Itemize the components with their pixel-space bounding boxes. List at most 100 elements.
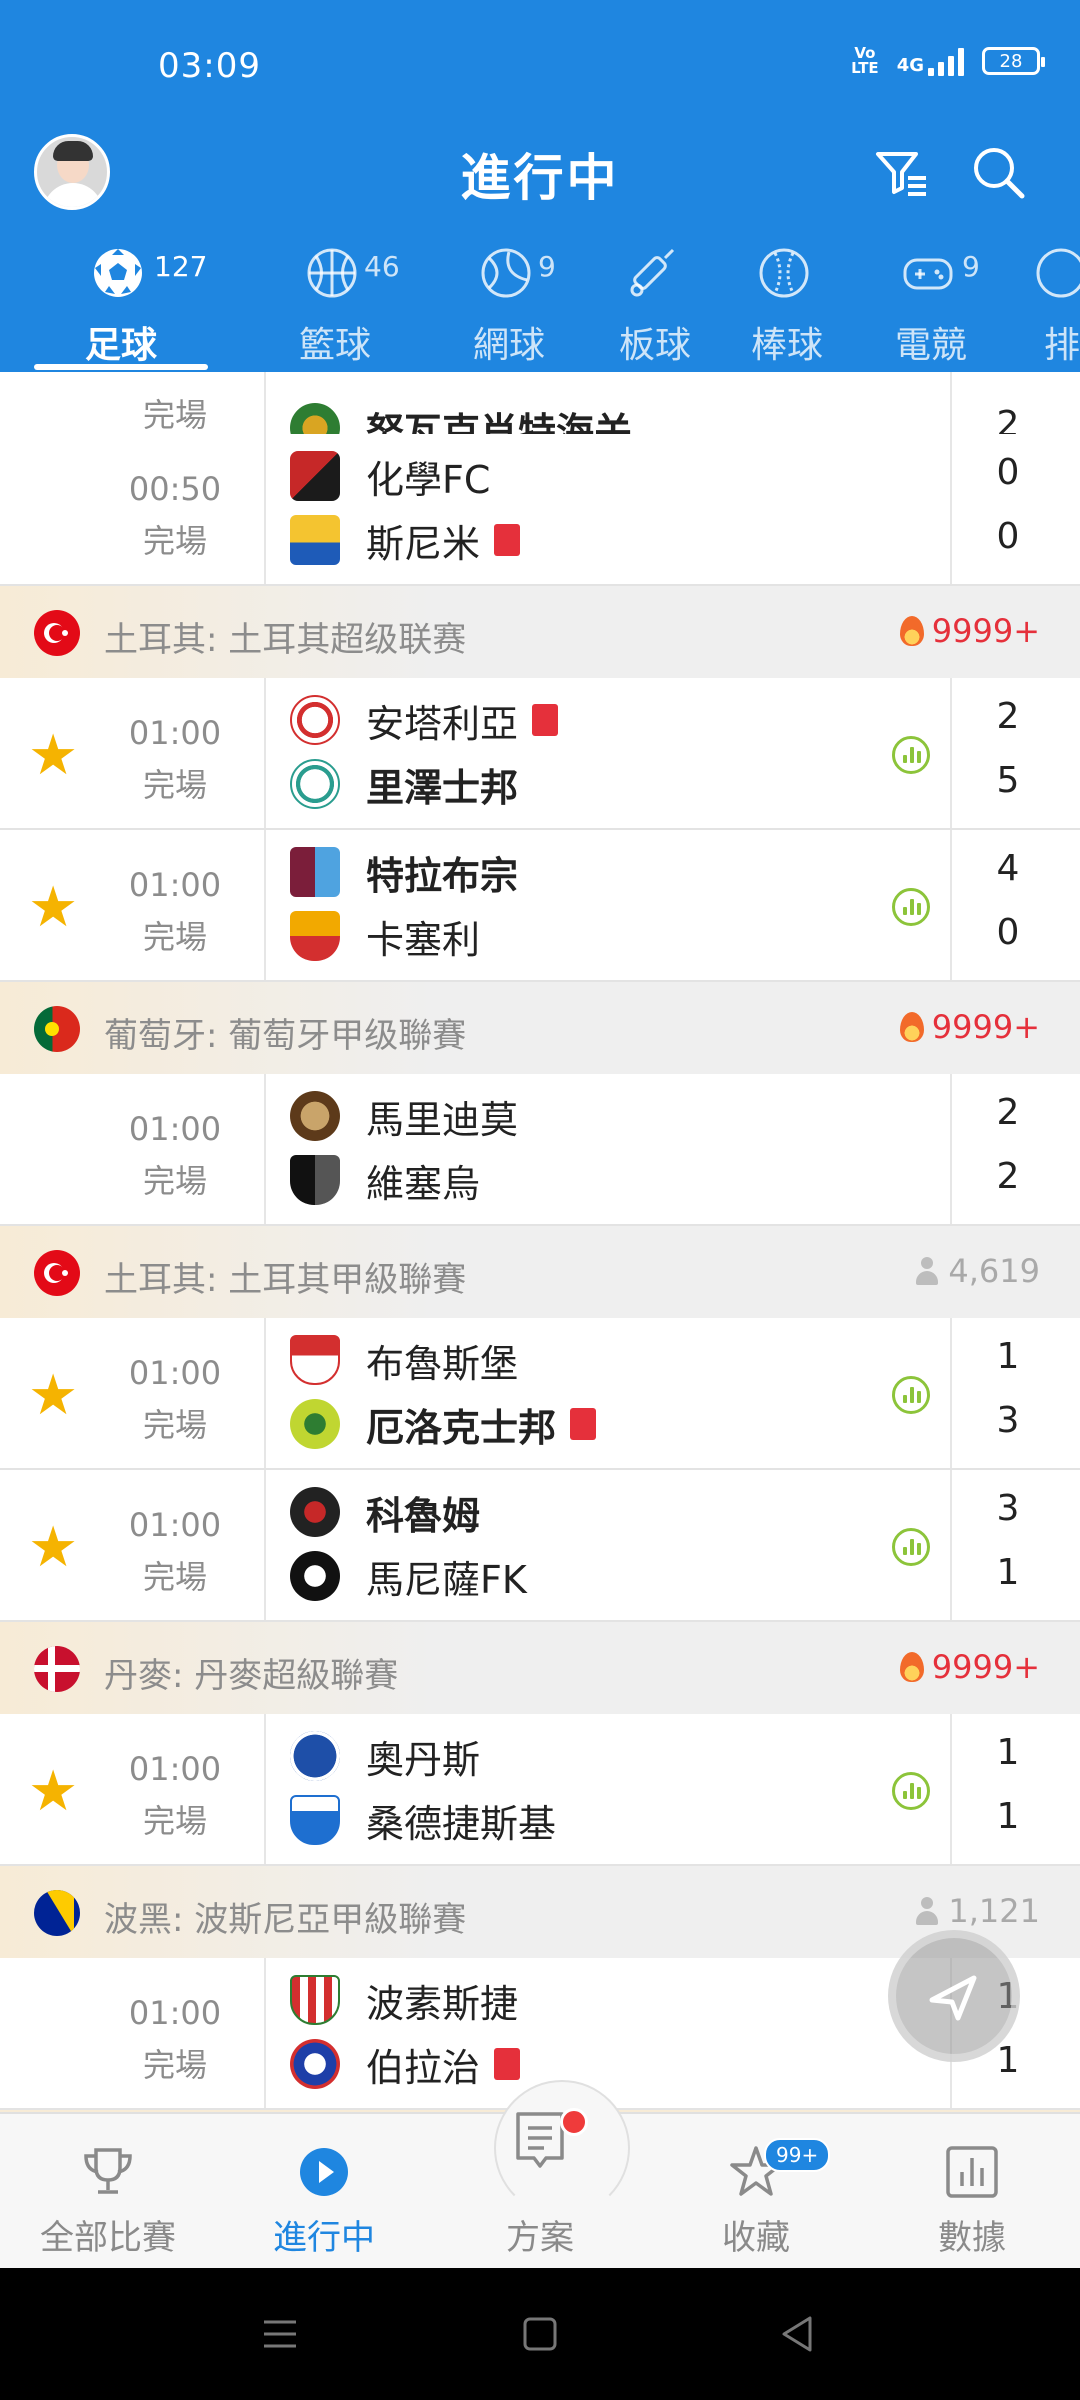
tab-label: 網球 [472, 325, 545, 366]
stats-icon[interactable] [892, 1376, 930, 1414]
menu-icon[interactable] [258, 2312, 302, 2356]
team-logo [290, 1975, 340, 2025]
volleyball-icon [1036, 248, 1080, 298]
team-name: 卡塞利 [366, 917, 481, 962]
team-logo [290, 911, 340, 961]
tab-soccer[interactable]: 127 足球 [46, 232, 207, 372]
league-name: 葡萄牙: 葡萄牙甲级聯賽 [104, 1016, 467, 1056]
match-row[interactable]: ★ 01:00 完場 布魯斯堡 厄洛克士邦 1 3 [0, 1318, 1080, 1470]
favorite-star-icon[interactable]: ★ [28, 1764, 78, 1820]
match-row[interactable]: ★ 01:00 完場 奧丹斯 桑德捷斯基 1 1 [0, 1714, 1080, 1866]
home-score: 0 [996, 452, 1020, 493]
tab-volleyball[interactable]: 排 [1010, 232, 1080, 372]
nav-live[interactable]: 進行中 [216, 2114, 432, 2270]
stats-icon[interactable] [892, 888, 930, 926]
flame-icon [899, 616, 924, 646]
league-viewers: 1,121 [914, 1892, 1040, 1930]
home-score: 2 [996, 696, 1020, 737]
stats-icon[interactable] [892, 1528, 930, 1566]
turkey-flag-icon [34, 610, 80, 656]
team-name: 桑德捷斯基 [366, 1801, 557, 1846]
system-nav-bar [0, 2268, 1080, 2400]
match-status: 完場 [142, 918, 207, 956]
tab-tennis[interactable]: 9 網球 [434, 232, 584, 372]
team-logo [290, 451, 340, 501]
match-status: 完場 [142, 1558, 207, 1596]
team-name: 布魯斯堡 [366, 1341, 519, 1386]
away-score: 0 [996, 912, 1020, 953]
tab-esports[interactable]: 9 電競 [856, 232, 1006, 372]
team-logo [290, 1731, 340, 1781]
tab-baseball[interactable]: 棒球 [712, 232, 862, 372]
favorite-star-icon[interactable]: ★ [28, 728, 78, 784]
away-score: 3 [996, 1400, 1020, 1441]
league-heat: 9999+ [899, 1648, 1040, 1686]
team-logo [290, 1551, 340, 1601]
team-logo [290, 1487, 340, 1537]
away-score: 0 [996, 516, 1020, 557]
match-row[interactable]: ★ 01:00 完場 安塔利亞 里澤士邦 2 5 [0, 678, 1080, 830]
team-logo [290, 1399, 340, 1449]
match-time: 01:00 [128, 1506, 222, 1544]
stats-icon[interactable] [892, 736, 930, 774]
team-logo [290, 1795, 340, 1845]
floating-action-button[interactable] [888, 1930, 1020, 2062]
match-status: 完場 [142, 522, 207, 560]
favorite-star-icon[interactable]: ★ [28, 1520, 78, 1576]
match-status: 完場 [142, 766, 207, 804]
search-icon[interactable] [968, 142, 1028, 202]
match-status: 完場 [142, 2046, 207, 2084]
team-name: 特拉布宗 [366, 853, 519, 898]
away-team: 里澤士邦 [290, 756, 518, 812]
home-team: 布魯斯堡 [290, 1332, 518, 1388]
tab-cricket[interactable]: 板球 [580, 232, 730, 372]
home-team: 化學FC [290, 448, 490, 504]
soccer-ball-icon [94, 249, 142, 297]
home-icon[interactable] [518, 2312, 562, 2356]
active-tab-indicator [34, 364, 208, 370]
gamepad-icon [903, 258, 953, 290]
league-header[interactable]: 土耳其: 土耳其甲級聯賽 4,619 [0, 1226, 1080, 1318]
tennis-ball-icon [481, 248, 531, 298]
tab-label: 籃球 [298, 325, 371, 366]
app-header: 03:09 Vo LTE 4G 28 進行中 127 足球 46 籃球 9 網球… [0, 0, 1080, 372]
nav-label: 數據 [938, 2218, 1006, 2258]
sport-tabs: 127 足球 46 籃球 9 網球 板球 棒球 9 電競 排 [0, 232, 1080, 372]
league-header[interactable]: 土耳其: 土耳其超级联赛 9999+ [0, 586, 1080, 678]
team-logo [290, 695, 340, 745]
status-time: 03:09 [158, 46, 261, 86]
tab-count: 127 [154, 250, 208, 283]
team-name: 里澤士邦 [366, 765, 519, 810]
nav-favorites[interactable]: 99+ 收藏 [648, 2114, 864, 2270]
match-time: 01:00 [128, 714, 222, 752]
team-logo [290, 1155, 340, 1205]
team-name: 馬尼薩FK [366, 1557, 527, 1602]
team-name: 維塞烏 [366, 1161, 481, 1206]
match-row[interactable]: ★ 01:00 完場 特拉布宗 卡塞利 4 0 [0, 830, 1080, 982]
basketball-icon [307, 248, 357, 298]
match-row[interactable]: 00:50 完場 化學FC 斯尼米 0 0 [0, 434, 1080, 586]
favorite-star-icon[interactable]: ★ [28, 880, 78, 936]
favorite-star-icon[interactable]: ★ [28, 1368, 78, 1424]
home-score: 3 [996, 1488, 1020, 1529]
home-team: 波素斯捷 [290, 1972, 518, 2028]
nav-all-matches[interactable]: 全部比賽 [0, 2114, 216, 2270]
nav-label: 進行中 [273, 2218, 375, 2258]
match-row[interactable]: ★ 01:00 完場 科魯姆 馬尼薩FK 3 1 [0, 1470, 1080, 1622]
match-time: 01:00 [128, 1110, 222, 1148]
match-row[interactable]: 01:00 完場 馬里迪莫 維塞烏 2 2 [0, 1074, 1080, 1226]
baseball-icon [759, 248, 809, 298]
flame-icon [899, 1652, 924, 1682]
nav-data[interactable]: 數據 [864, 2114, 1080, 2270]
home-score: 4 [996, 848, 1020, 889]
league-header[interactable]: 葡萄牙: 葡萄牙甲级聯賽 9999+ [0, 982, 1080, 1074]
league-header[interactable]: 丹麥: 丹麥超級聯賽 9999+ [0, 1622, 1080, 1714]
tab-basketball[interactable]: 46 籃球 [260, 232, 410, 372]
league-name: 土耳其: 土耳其甲級聯賽 [104, 1260, 467, 1300]
filter-icon[interactable] [872, 142, 932, 202]
stats-icon[interactable] [892, 1772, 930, 1810]
status-icons: Vo LTE 4G 28 [851, 46, 1045, 76]
nav-plans[interactable]: 方案 [432, 2112, 648, 2270]
back-icon[interactable] [776, 2312, 820, 2356]
match-status: 完場 [142, 1406, 207, 1444]
